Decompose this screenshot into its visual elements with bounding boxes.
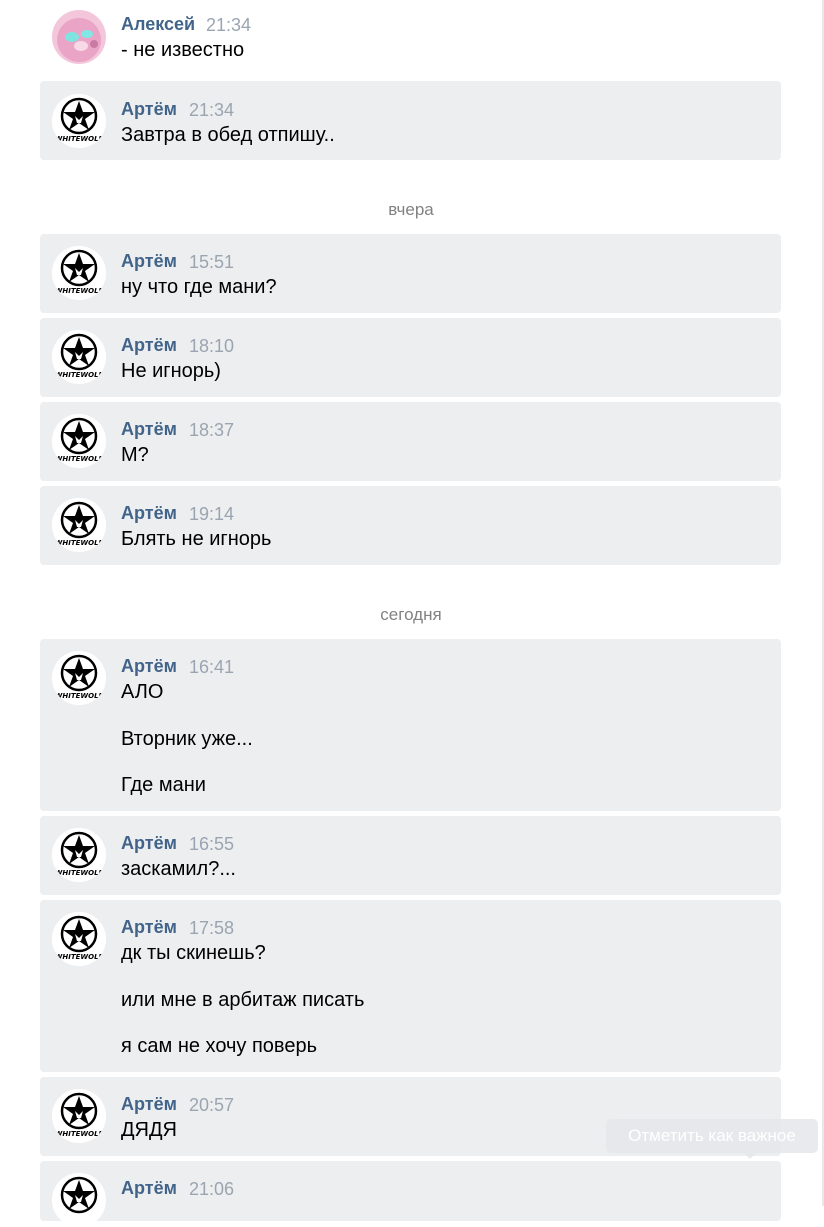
message-author[interactable]: Артём — [121, 833, 177, 854]
whitewolf-star-logo-icon — [52, 1173, 106, 1227]
message-author[interactable]: Артём — [121, 656, 177, 677]
message-artem-2134[interactable]: WHITEWOLF Артём 21:34 Завтра в обед отпи… — [40, 81, 781, 160]
whitewolf-star-logo-icon: WHITEWOLF — [52, 330, 106, 384]
message-text: АЛО — [121, 681, 164, 703]
whitewolf-star-logo-icon: WHITEWOLF — [52, 414, 106, 468]
avatar-artem[interactable]: WHITEWOLF — [52, 828, 106, 882]
whitewolf-star-logo-icon: WHITEWOLF — [52, 246, 106, 300]
message-text: Где мани — [121, 774, 206, 796]
message-time[interactable]: 21:34 — [189, 100, 234, 121]
logo-text: WHITEWOLF — [55, 869, 104, 877]
message-text: или мне в арбитаж писать — [121, 989, 365, 1011]
logo-text: WHITEWOLF — [55, 1130, 104, 1138]
message-text: Завтра в обед отпишу.. — [121, 124, 335, 146]
message-time[interactable]: 20:57 — [189, 1095, 234, 1116]
tooltip-label: Отметить как важное — [628, 1126, 796, 1145]
message-artem-1837[interactable]: WHITEWOLF Артём 18:37 М? — [40, 402, 781, 481]
message-artem-1641[interactable]: WHITEWOLF Артём 16:41 АЛО Вторник уже...… — [40, 639, 781, 811]
message-artem-1758[interactable]: WHITEWOLF Артём 17:58 дк ты скинешь? или… — [40, 900, 781, 1072]
message-author[interactable]: Артём — [121, 1178, 177, 1199]
avatar-artem[interactable]: WHITEWOLF — [52, 414, 106, 468]
message-time[interactable]: 15:51 — [189, 252, 234, 273]
message-time[interactable]: 21:34 — [206, 15, 251, 36]
message-text: дк ты скинешь? — [121, 942, 266, 964]
logo-text: WHITEWOLF — [55, 953, 104, 961]
message-author[interactable]: Артём — [121, 1094, 177, 1115]
avatar-artem[interactable]: WHITEWOLF — [52, 330, 106, 384]
message-artem-1551[interactable]: WHITEWOLF Артём 15:51 ну что где мани? — [40, 234, 781, 313]
date-divider-today: сегодня — [380, 605, 442, 624]
avatar-artem[interactable]: WHITEWOLF — [52, 1089, 106, 1143]
message-author[interactable]: Артём — [121, 99, 177, 120]
whitewolf-star-logo-icon: WHITEWOLF — [52, 1089, 106, 1143]
message-text: Вторник уже... — [121, 728, 253, 750]
message-time[interactable]: 18:37 — [189, 420, 234, 441]
message-artem-1914[interactable]: WHITEWOLF Артём 19:14 Блять не игнорь — [40, 486, 781, 565]
message-text: я сам не хочу поверь — [121, 1035, 317, 1057]
whitewolf-star-logo-icon: WHITEWOLF — [52, 651, 106, 705]
message-time[interactable]: 21:06 — [189, 1179, 234, 1200]
message-text: Блять не игнорь — [121, 528, 272, 550]
mark-important-tooltip: Отметить как важное — [606, 1119, 818, 1159]
message-alexey-2134[interactable]: Алексей 21:34 - не известно — [40, 0, 781, 75]
message-author[interactable]: Артём — [121, 419, 177, 440]
whitewolf-star-logo-icon: WHITEWOLF — [52, 498, 106, 552]
logo-text: WHITEWOLF — [55, 371, 104, 379]
message-author[interactable]: Артём — [121, 503, 177, 524]
whitewolf-star-logo-icon: WHITEWOLF — [52, 912, 106, 966]
logo-text: WHITEWOLF — [55, 692, 104, 700]
message-time[interactable]: 16:41 — [189, 657, 234, 678]
message-time[interactable]: 19:14 — [189, 504, 234, 525]
avatar-artem[interactable]: WHITEWOLF — [52, 498, 106, 552]
message-artem-1655[interactable]: WHITEWOLF Артём 16:55 заскамил?... — [40, 816, 781, 895]
message-author[interactable]: Артём — [121, 335, 177, 356]
message-time[interactable]: 17:58 — [189, 918, 234, 939]
avatar-alexey[interactable] — [52, 10, 106, 64]
whitewolf-star-logo-icon: WHITEWOLF — [52, 828, 106, 882]
message-artem-2106[interactable]: Артём 21:06 — [40, 1161, 781, 1227]
logo-text: WHITEWOLF — [55, 539, 104, 547]
message-text: Не игнорь) — [121, 360, 221, 382]
logo-text: WHITEWOLF — [55, 287, 104, 295]
message-text: ну что где мани? — [121, 276, 277, 298]
logo-text: WHITEWOLF — [55, 455, 104, 463]
date-divider-yesterday: вчера — [388, 200, 434, 219]
avatar-artem[interactable] — [52, 1173, 106, 1227]
avatar-artem[interactable]: WHITEWOLF — [52, 912, 106, 966]
message-author[interactable]: Алексей — [121, 14, 195, 35]
message-time[interactable]: 18:10 — [189, 336, 234, 357]
message-text: ДЯДЯ — [121, 1119, 177, 1141]
logo-text: WHITEWOLF — [55, 135, 104, 143]
avatar-artem[interactable]: WHITEWOLF — [52, 651, 106, 705]
message-author[interactable]: Артём — [121, 251, 177, 272]
message-text: - не известно — [121, 39, 245, 61]
message-time[interactable]: 16:55 — [189, 834, 234, 855]
message-artem-1810[interactable]: WHITEWOLF Артём 18:10 Не игнорь) — [40, 318, 781, 397]
pink-character-avatar-icon — [52, 10, 106, 64]
avatar-artem[interactable]: WHITEWOLF — [52, 246, 106, 300]
whitewolf-star-logo-icon: WHITEWOLF — [52, 94, 106, 148]
message-text: М? — [121, 444, 149, 466]
message-text: заскамил?... — [121, 858, 236, 880]
avatar-artem[interactable]: WHITEWOLF — [52, 94, 106, 148]
message-author[interactable]: Артём — [121, 917, 177, 938]
